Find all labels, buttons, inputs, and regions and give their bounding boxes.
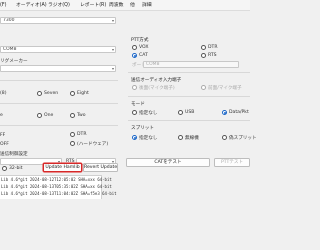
radio-eight[interactable] [70,91,75,96]
chevron-down-icon: ▾ [111,18,114,23]
radio-mode-none-label: 指定なし [139,111,158,116]
handshake-none-label: FF [0,133,6,138]
radio-one-label: One [44,113,54,118]
radio-two[interactable] [70,113,75,118]
radio-split-fake[interactable] [222,135,227,140]
split-label: スプリット [131,126,154,131]
radio-split-rig[interactable] [178,135,183,140]
radio-ptt-cat-label: CAT [139,53,148,58]
divider [128,72,250,73]
rig-select[interactable]: 7300 ▾ [0,17,116,24]
radio-split-fake-label: 偽スプリット [229,136,257,141]
chevron-down-icon: ▾ [111,47,114,52]
rig-select-value: 7300 [3,18,15,23]
radio-split-none-label: 指定なし [139,136,158,141]
radio-ptt-vox[interactable] [132,45,137,50]
menu-file[interactable]: (F) [0,2,7,9]
hamlib-log: Lib 4.6*git 2024-08-12T12:05:02 SHA=xxx … [0,175,117,199]
radio-ptt-rts[interactable] [201,53,206,58]
radio-one[interactable] [37,113,42,118]
radio-mode-none[interactable] [132,110,137,115]
ptt-port-select[interactable]: COM8 [143,61,239,68]
update-hamlib-button[interactable]: Update Hamlib [43,163,82,172]
radio-mode-usb-label: USB [185,110,195,115]
radio-ptt-dtr-label: DTR [208,45,218,50]
divider [128,96,250,97]
radio-mode-usb[interactable] [178,110,183,115]
divider [0,80,118,81]
port-select[interactable]: COM8 ▾ [0,46,116,53]
radio-hardware-label: (ハードウェア) [77,142,109,147]
radio-mode-data-label: Data/Pkt [229,110,249,115]
radio-two-label: Two [77,113,86,118]
radio-audio-rear-label: 後面(マイク端子) [139,86,175,91]
port-select-value: COM8 [3,47,17,52]
divider [128,120,250,121]
stop-bits-label: e [0,113,3,118]
divider [0,125,118,126]
audio-input-label: 送信オーディオ入力端子 [131,78,182,83]
radio-split-none[interactable] [132,135,137,140]
menu-audio[interactable]: オーディオ(A) [16,2,47,9]
radio-ptt-rts-label: RTS [208,53,217,58]
radio-audio-front[interactable] [201,85,206,90]
radio-ptt-vox-label: VOX [139,45,149,50]
menu-advanced[interactable]: 詳細 [142,2,152,9]
ptt-method-label: PTT方式 [131,38,149,43]
data-bits-label: (8) [0,91,7,96]
radio-eight-label: Eight [77,91,89,96]
radio-seven-label: Seven [44,91,59,96]
radio-mode-data[interactable] [222,110,227,115]
radio-32bit-label: 32-bit [9,166,23,171]
revert-update-button[interactable]: Revert Update [83,163,118,172]
radio-ptt-dtr[interactable] [201,45,206,50]
rig-maker-select[interactable]: ▾ [0,65,116,72]
radio-32bit[interactable] [2,166,7,171]
log-line: Lib 4.6*git 2024-08-13T05:35:02Z SHA=xx … [1,184,112,189]
test-ptt-button[interactable]: PTTテスト [214,158,250,167]
radio-xon-xoff-label: DTR [77,132,87,137]
menu-radio[interactable]: ラジオ(Q) [48,2,70,9]
radio-seven[interactable] [37,91,42,96]
log-line: Lib 4.6*git 2024-08-13T11:04:02Z SHA=f5e… [1,191,117,196]
radio-ptt-cat[interactable] [132,53,137,58]
log-line: Lib 4.6*git 2024-08-12T12:05:02 SHA=xxx … [1,177,112,182]
control-settings-label: 送信制御設定 [0,152,28,157]
test-cat-button[interactable]: CATをテスト [126,158,210,167]
mode-label: モード [131,102,145,107]
handshake-off-label: OFF [0,142,9,147]
radio-hardware[interactable] [70,141,75,146]
menubar: (F) オーディオ(A) ラジオ(Q) レポート(R) 周波数 他 詳細 [0,0,250,11]
radio-audio-rear[interactable] [132,85,137,90]
rig-maker-label: リグメーカー [0,59,28,64]
radio-split-rig-label: 無線機 [185,136,199,141]
menu-other[interactable]: 他 [130,2,135,9]
radio-audio-front-label: 前面/マイク端子 [208,86,242,91]
menu-report[interactable]: レポート(R) [80,2,106,9]
ptt-port-value: COM8 [146,62,160,67]
radio-xon-xoff[interactable] [70,132,75,137]
divider [0,103,118,104]
menu-frequency[interactable]: 周波数 [109,2,123,9]
chevron-down-icon: ▾ [111,66,114,71]
